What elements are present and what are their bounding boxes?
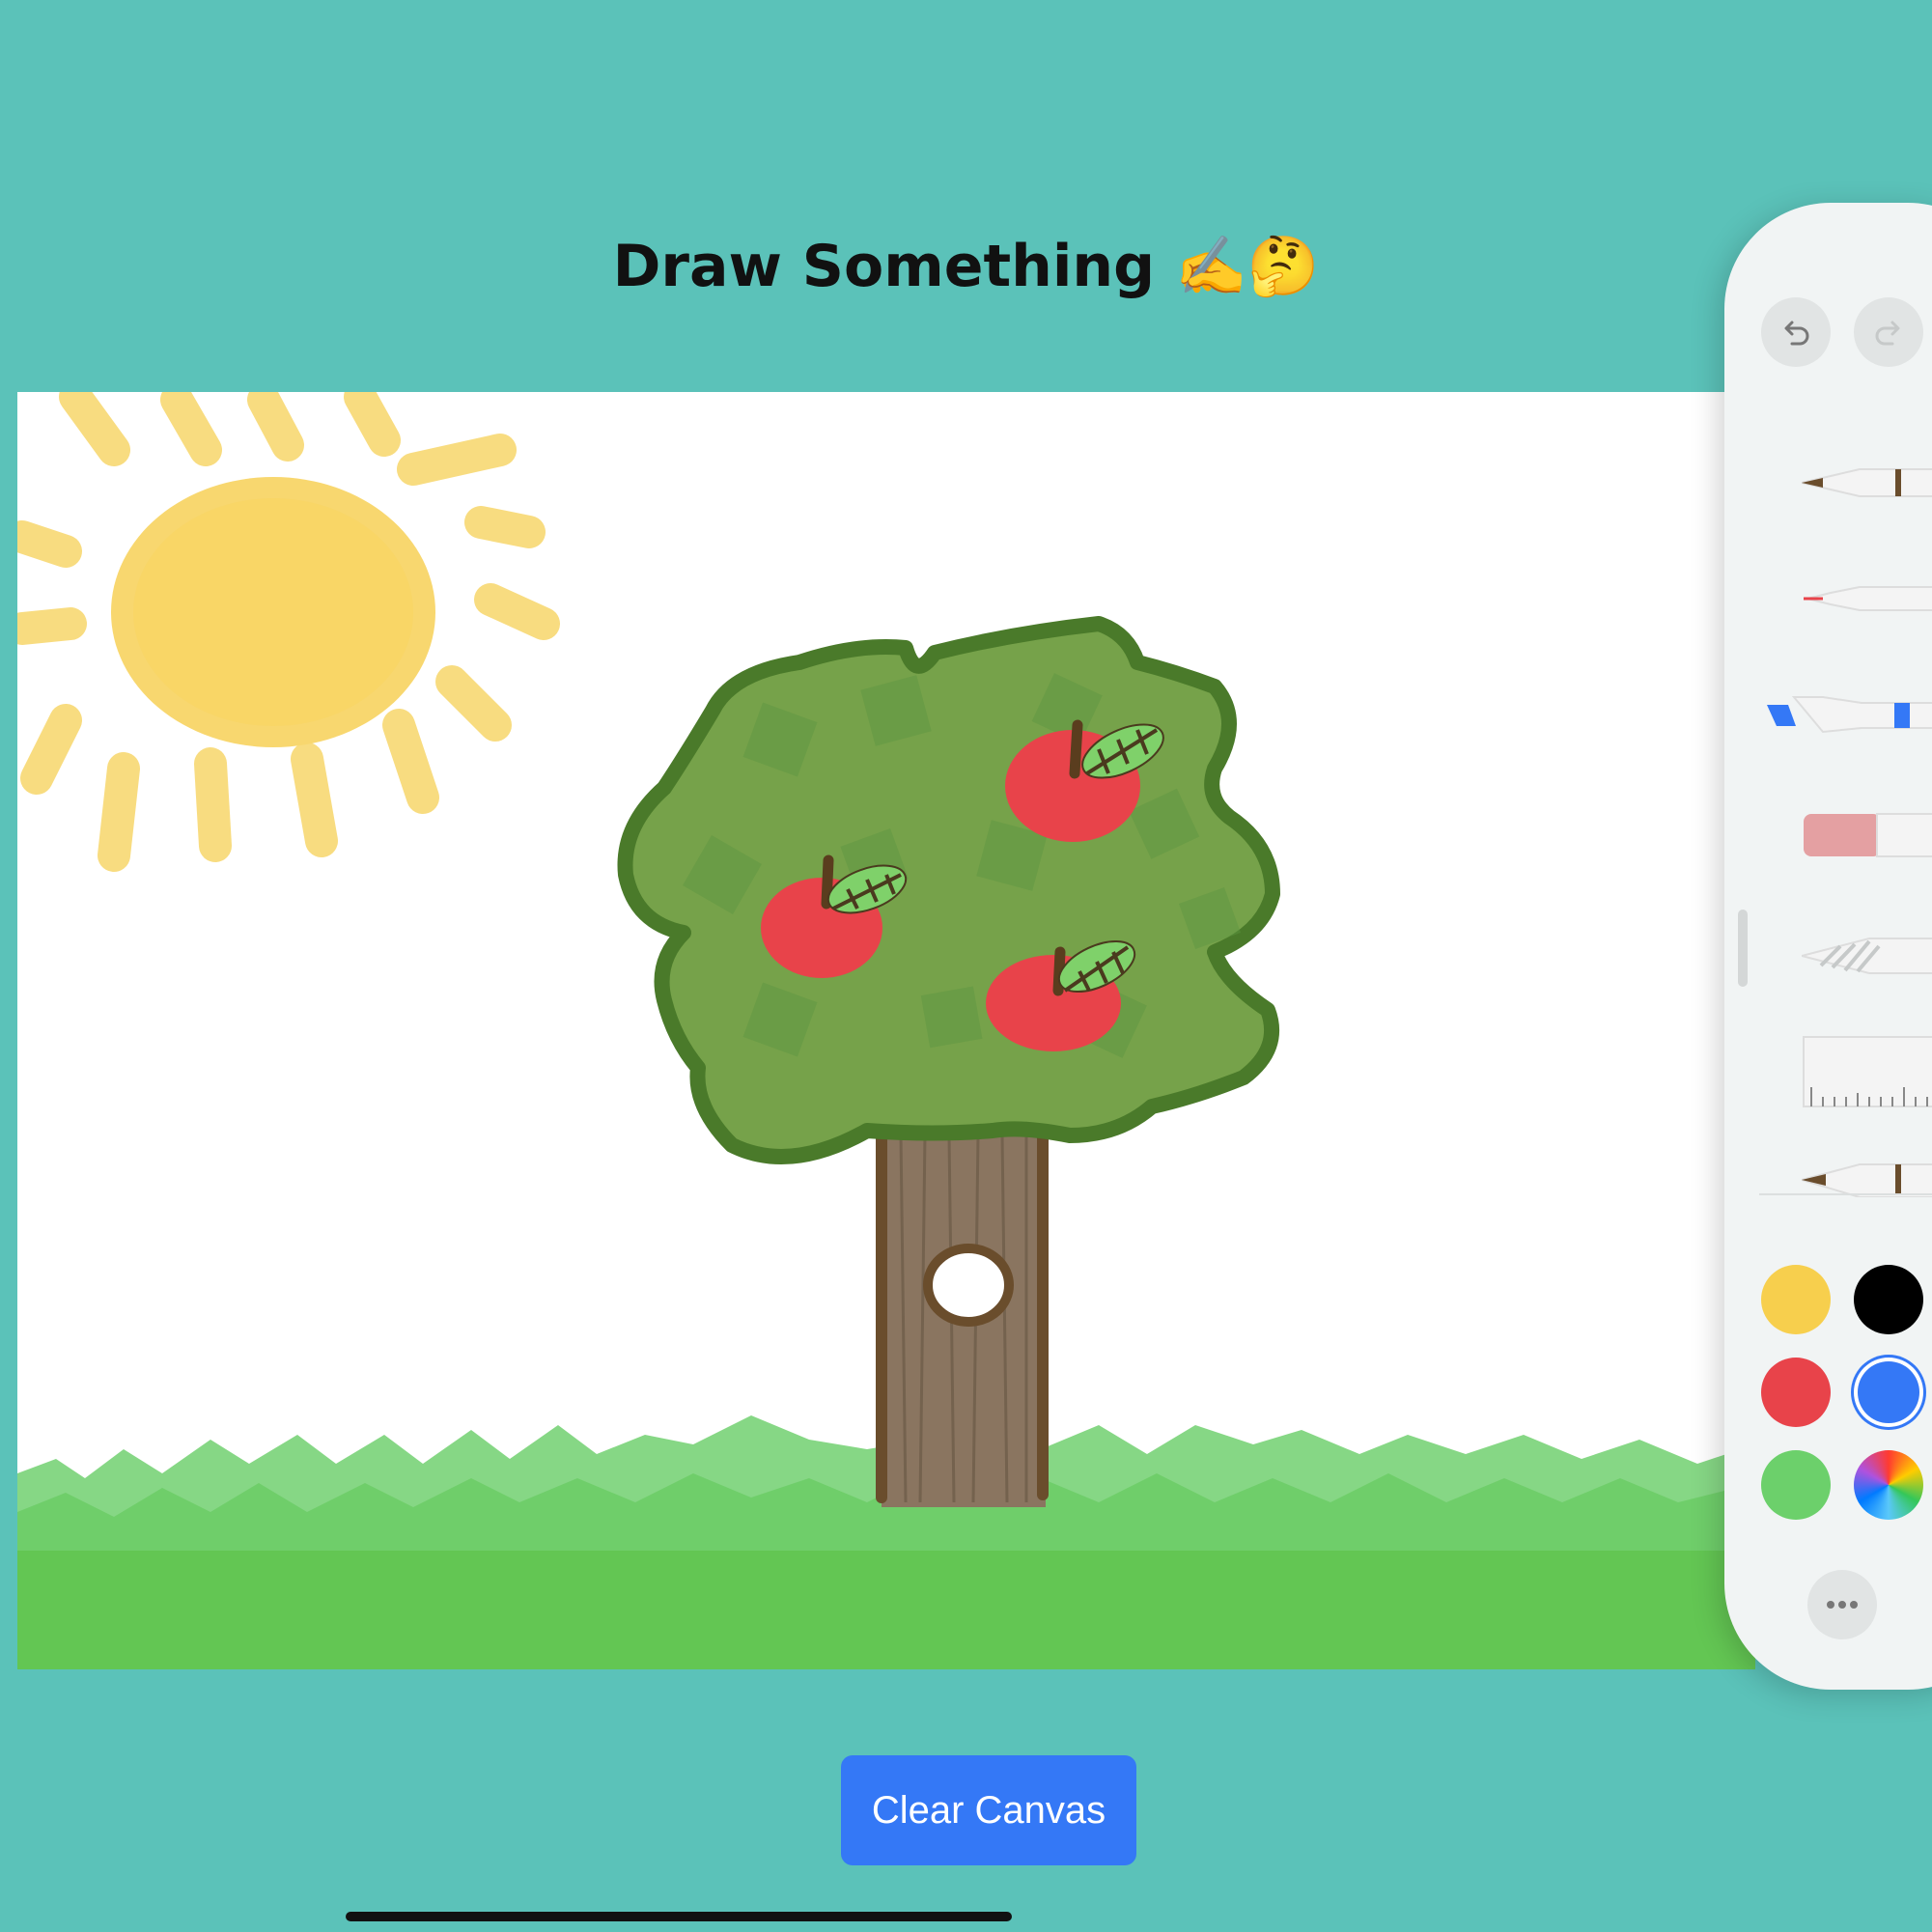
tool-palette[interactable] — [1724, 203, 1932, 1690]
redo-icon — [1875, 321, 1900, 346]
tree-trunk — [876, 1120, 1049, 1507]
more-button[interactable] — [1807, 1570, 1877, 1639]
home-indicator[interactable] — [346, 1912, 1012, 1921]
pen-tool[interactable] — [1802, 454, 1932, 512]
drawing-canvas[interactable] — [17, 392, 1755, 1669]
redo-button[interactable] — [1854, 297, 1923, 367]
drawing — [17, 392, 1755, 1669]
undo-icon — [1784, 321, 1809, 346]
undo-button[interactable] — [1761, 297, 1831, 367]
page-title: Draw Something ✍️🤔 — [612, 233, 1320, 300]
more-icon — [1827, 1601, 1858, 1609]
palette-divider — [1759, 1193, 1932, 1195]
clear-canvas-button[interactable]: Clear Canvas — [841, 1755, 1136, 1865]
lasso-tool[interactable] — [1802, 927, 1932, 985]
monoline-tool[interactable] — [1802, 570, 1932, 628]
pencil-tool[interactable] — [1802, 1159, 1932, 1197]
marker-tool[interactable] — [1765, 686, 1932, 743]
tree-foliage — [617, 616, 1280, 1164]
color-swatch-green[interactable] — [1761, 1450, 1831, 1520]
palette-grip[interactable] — [1738, 910, 1748, 987]
color-swatch-red[interactable] — [1761, 1358, 1831, 1427]
color-swatch-black[interactable] — [1854, 1265, 1923, 1334]
color-swatch-yellow[interactable] — [1761, 1265, 1831, 1334]
sun-icon — [17, 392, 560, 872]
color-picker-multicolor[interactable] — [1854, 1450, 1923, 1520]
eraser-tool[interactable] — [1802, 806, 1932, 864]
color-swatch-blue[interactable] — [1854, 1358, 1923, 1427]
ruler-tool[interactable] — [1802, 1033, 1932, 1110]
